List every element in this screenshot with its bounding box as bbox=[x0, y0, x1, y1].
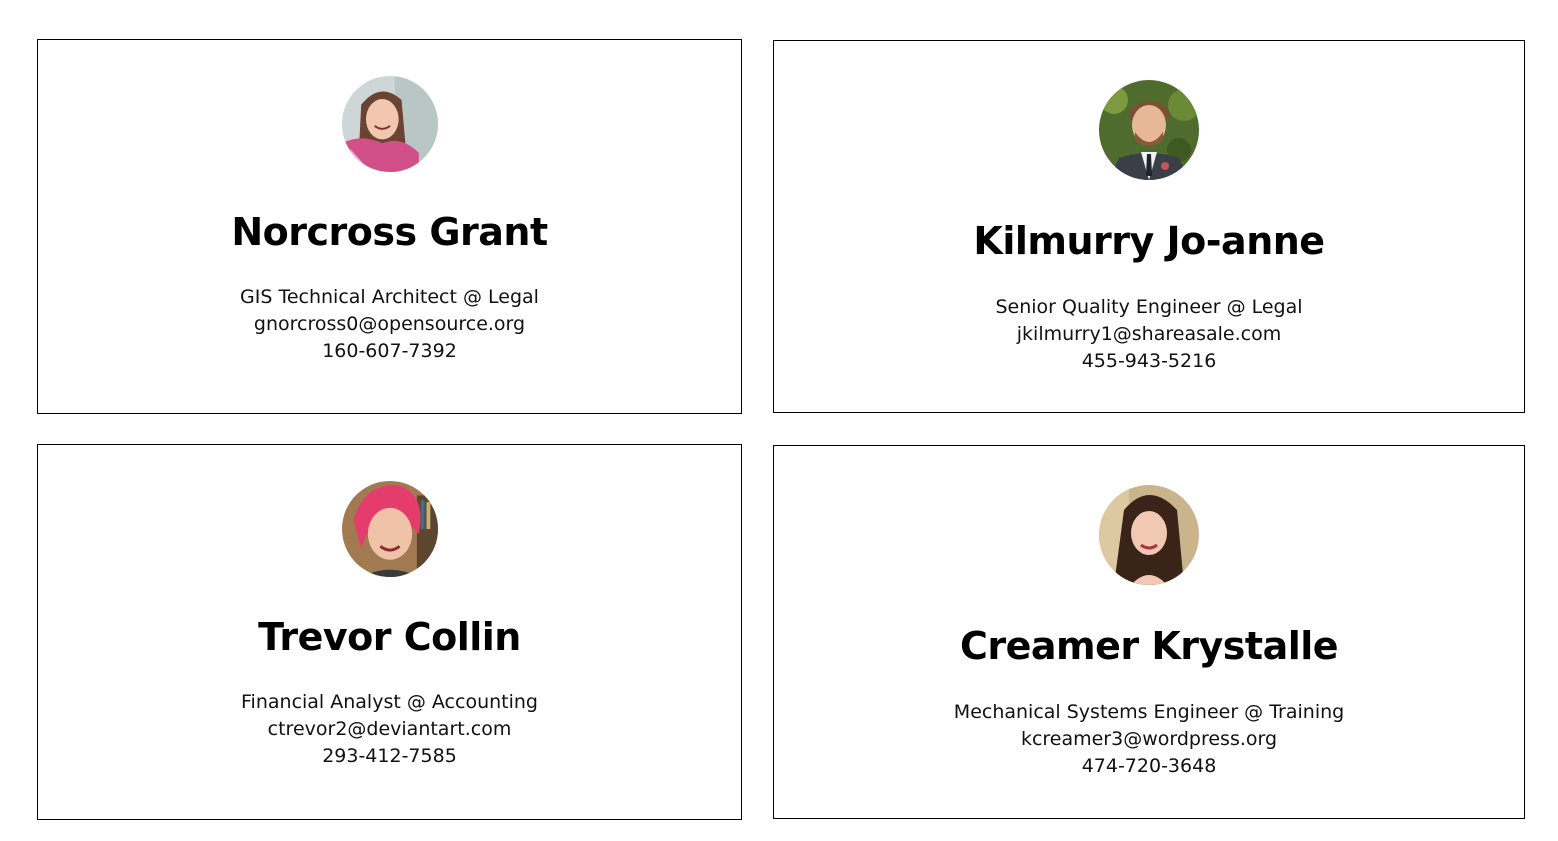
avatar bbox=[1099, 80, 1199, 180]
person-name: Norcross Grant bbox=[231, 210, 548, 254]
email-text: ctrevor2@deviantart.com bbox=[267, 718, 512, 740]
phone-text: 474-720-3648 bbox=[1081, 755, 1217, 777]
avatar-photo-icon bbox=[341, 481, 438, 577]
avatar-photo-icon bbox=[341, 76, 438, 172]
avatar bbox=[341, 76, 438, 172]
job-title: GIS Technical Architect @ Legal bbox=[240, 286, 539, 308]
profile-card: Trevor Collin Financial Analyst @ Accoun… bbox=[37, 444, 742, 820]
avatar bbox=[1099, 485, 1199, 585]
person-name: Kilmurry Jo-anne bbox=[973, 219, 1325, 263]
email-text: gnorcross0@opensource.org bbox=[253, 313, 526, 335]
person-details: Senior Quality Engineer @ Legal jkilmurr… bbox=[774, 294, 1524, 375]
person-details: Financial Analyst @ Accounting ctrevor2@… bbox=[38, 689, 741, 770]
email-text: jkilmurry1@shareasale.com bbox=[1016, 323, 1282, 345]
job-title: Senior Quality Engineer @ Legal bbox=[995, 296, 1303, 318]
job-title: Mechanical Systems Engineer @ Training bbox=[953, 701, 1345, 723]
profile-card: Kilmurry Jo-anne Senior Quality Engineer… bbox=[773, 40, 1525, 413]
person-name: Creamer Krystalle bbox=[959, 624, 1339, 668]
person-details: GIS Technical Architect @ Legal gnorcros… bbox=[38, 284, 741, 365]
phone-text: 455-943-5216 bbox=[1081, 350, 1217, 372]
person-details: Mechanical Systems Engineer @ Training k… bbox=[774, 699, 1524, 780]
phone-text: 293-412-7585 bbox=[322, 745, 457, 767]
avatar bbox=[341, 481, 438, 577]
avatar-photo-icon bbox=[1099, 80, 1199, 180]
phone-text: 160-607-7392 bbox=[322, 340, 457, 362]
profile-card: Norcross Grant GIS Technical Architect @… bbox=[37, 39, 742, 414]
profile-card: Creamer Krystalle Mechanical Systems Eng… bbox=[773, 445, 1525, 819]
email-text: kcreamer3@wordpress.org bbox=[1020, 728, 1278, 750]
job-title: Financial Analyst @ Accounting bbox=[241, 691, 538, 713]
avatar-photo-icon bbox=[1099, 485, 1199, 585]
person-name: Trevor Collin bbox=[258, 615, 521, 659]
